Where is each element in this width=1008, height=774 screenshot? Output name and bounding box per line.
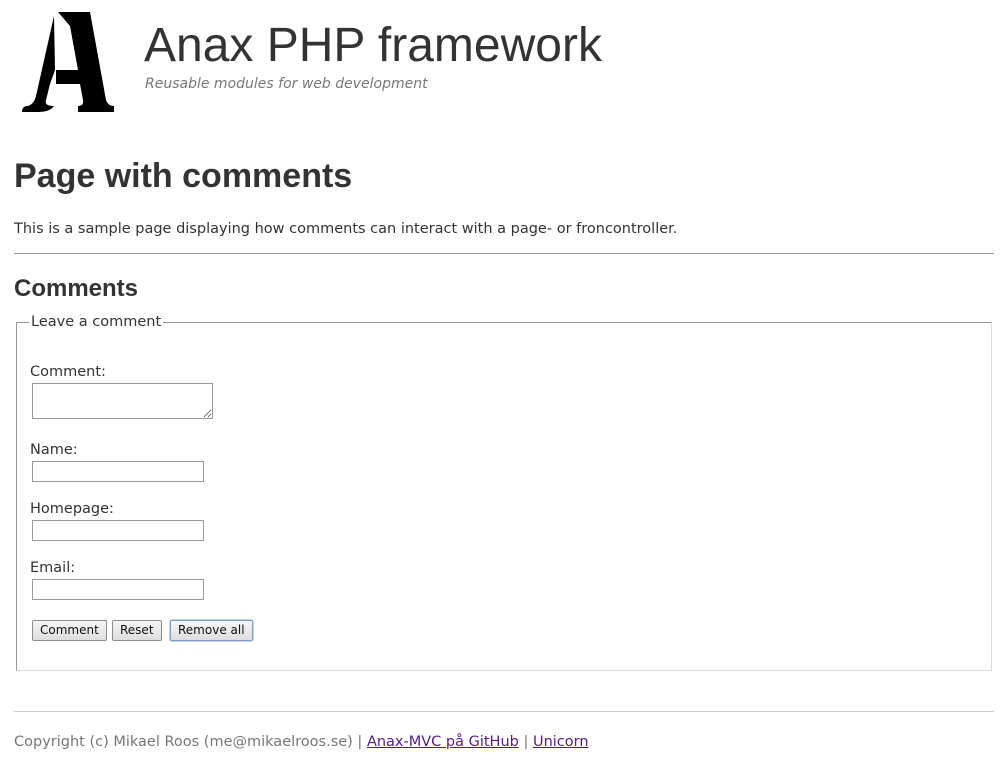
homepage-input[interactable] xyxy=(32,520,204,541)
comment-button[interactable]: Comment xyxy=(32,620,107,641)
content-divider xyxy=(14,253,994,254)
email-label: Email: xyxy=(30,560,76,576)
site-slogan: Reusable modules for web development xyxy=(145,76,428,92)
footer-separator: | xyxy=(518,734,533,750)
comment-label: Comment: xyxy=(30,364,106,380)
reset-button[interactable]: Reset xyxy=(112,620,162,641)
page-title: Page with comments xyxy=(14,157,353,195)
github-link[interactable]: Anax-MVC på GitHub xyxy=(367,734,519,750)
form-legend: Leave a comment xyxy=(29,313,164,331)
anax-logo-glyph xyxy=(22,12,114,112)
site-title: Anax PHP framework xyxy=(144,19,602,72)
site-header: Anax PHP framework Reusable modules for … xyxy=(14,0,994,120)
comment-textarea[interactable] xyxy=(32,383,213,419)
site-footer: Copyright (c) Mikael Roos (me@mikaelroos… xyxy=(14,733,589,751)
copyright-text: Copyright (c) Mikael Roos (me@mikaelroos… xyxy=(14,734,367,750)
name-input[interactable] xyxy=(32,461,204,482)
anax-logo-icon[interactable] xyxy=(20,8,114,112)
comment-form: Leave a comment Comment: Name: Homepage:… xyxy=(16,313,992,671)
remove-all-button[interactable]: Remove all xyxy=(170,620,253,641)
name-label: Name: xyxy=(30,442,78,458)
homepage-label: Homepage: xyxy=(30,501,114,517)
unicorn-link[interactable]: Unicorn xyxy=(533,734,589,750)
intro-text: This is a sample page displaying how com… xyxy=(14,221,678,237)
comments-heading: Comments xyxy=(14,275,139,302)
page: Anax PHP framework Reusable modules for … xyxy=(0,0,1008,774)
email-input[interactable] xyxy=(32,579,204,600)
footer-divider xyxy=(14,711,994,712)
